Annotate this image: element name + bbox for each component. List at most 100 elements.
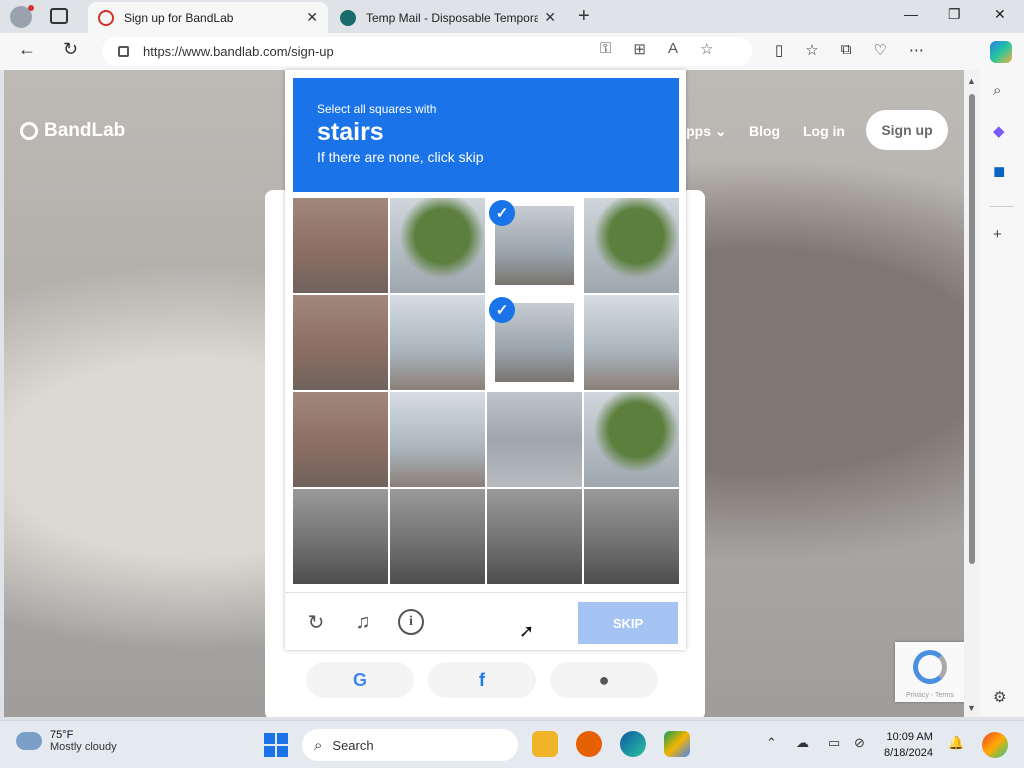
info-icon[interactable]: i [398, 609, 424, 635]
tab-bandlab[interactable]: Sign up for BandLab ✕ [88, 2, 328, 33]
apple-icon: ● [598, 669, 610, 690]
collections-icon[interactable]: ⧉ [841, 41, 852, 59]
apps-icon[interactable]: ⊞ [633, 40, 646, 58]
favorites-icon[interactable]: ☆ [805, 41, 818, 59]
brand-name: BandLab [44, 120, 126, 141]
split-screen-icon[interactable]: ▯ [775, 41, 783, 59]
reload-icon[interactable]: ↻ [303, 609, 329, 635]
scroll-thumb[interactable] [969, 94, 975, 564]
clock-time: 10:09 AM [886, 731, 933, 743]
captcha-instruction: Select all squares with [317, 102, 437, 116]
more-icon[interactable]: ⋯ [909, 41, 924, 59]
recaptcha-logo-icon [913, 650, 947, 684]
close-tab-icon[interactable]: ✕ [544, 9, 556, 26]
display-icon[interactable]: ▭ [828, 735, 840, 751]
captcha-tile[interactable] [487, 489, 582, 584]
checkmark-icon: ✓ [489, 297, 515, 323]
notification-bell-icon[interactable]: 🔔 [948, 735, 964, 751]
apple-signin-button[interactable]: ● [550, 662, 658, 698]
recaptcha-badge[interactable]: Privacy - Terms [895, 642, 965, 702]
cloud-icon [16, 732, 42, 750]
copilot-sidebar-icon[interactable]: ◆ [993, 122, 1005, 140]
onedrive-icon[interactable]: ☁ [796, 735, 809, 751]
show-hidden-icons-icon[interactable]: ⌃ [766, 735, 777, 751]
restore-icon[interactable]: ❐ [948, 6, 961, 23]
settings-gear-icon[interactable]: ⚙ [993, 688, 1006, 706]
minimize-icon[interactable]: — [904, 6, 918, 22]
copilot-taskbar-icon[interactable] [982, 732, 1008, 758]
captcha-tile[interactable] [293, 295, 388, 390]
browser-actions: ▯ ☆ ⧉ ♡ ⋯ [775, 41, 924, 59]
nav-blog[interactable]: Blog [749, 123, 780, 139]
taskbar-search[interactable]: ⌕ Search [302, 729, 518, 761]
lock-icon[interactable] [118, 46, 129, 57]
add-icon[interactable]: + [993, 226, 1002, 243]
clock-date: 8/18/2024 [884, 747, 933, 759]
captcha-tile[interactable] [293, 198, 388, 293]
key-icon[interactable]: ⚿ [600, 40, 611, 58]
sidebar-divider [990, 206, 1014, 207]
weather-desc: Mostly cloudy [50, 741, 117, 753]
url-text: https://www.bandlab.com/sign-up [143, 44, 334, 59]
close-window-icon[interactable]: ✕ [994, 6, 1006, 23]
captcha-tile[interactable]: ✓ [487, 198, 582, 293]
recaptcha-terms[interactable]: Privacy - Terms [895, 692, 965, 699]
copilot-icon[interactable] [990, 41, 1012, 63]
weather-temp: 75°F [50, 729, 74, 741]
bandlab-logo-icon [20, 122, 38, 140]
captcha-tile[interactable]: ✓ [487, 295, 582, 390]
search-icon[interactable]: ⌕ [993, 82, 1001, 99]
captcha-tile[interactable] [390, 392, 485, 487]
scroll-up-icon[interactable]: ▲ [967, 76, 976, 86]
captcha-tile[interactable] [293, 489, 388, 584]
close-tab-icon[interactable]: ✕ [306, 9, 318, 26]
captcha-tile[interactable] [293, 392, 388, 487]
bandlab-favicon-icon [98, 9, 114, 26]
nav-login[interactable]: Log in [803, 123, 845, 139]
browser-essentials-icon[interactable]: ♡ [873, 41, 886, 59]
address-bar-icons: ⚿ ⊞ A ☆ [600, 40, 713, 58]
tab-actions-icon[interactable] [50, 8, 68, 24]
search-label: Search [332, 737, 374, 753]
start-button[interactable] [264, 733, 288, 757]
captcha-tile[interactable] [584, 295, 679, 390]
captcha-challenge: Select all squares with stairs If there … [285, 70, 686, 650]
google-drive-icon[interactable] [664, 731, 690, 757]
network-icon[interactable]: ⊘ [854, 735, 865, 751]
tab-temp-mail[interactable]: Temp Mail - Disposable Tempora ✕ [330, 2, 566, 33]
search-icon: ⌕ [314, 736, 323, 754]
facebook-signin-button[interactable]: f [428, 662, 536, 698]
captcha-tile[interactable] [584, 198, 679, 293]
captcha-tile[interactable] [390, 198, 485, 293]
outlook-icon[interactable]: ◼ [993, 162, 1005, 180]
google-signin-button[interactable]: G [306, 662, 414, 698]
captcha-tile[interactable] [390, 295, 485, 390]
firefox-icon[interactable] [576, 731, 602, 757]
profile-icon[interactable] [10, 5, 34, 28]
captcha-image-grid: ✓ ✓ [293, 198, 679, 584]
refresh-icon[interactable]: ↻ [63, 39, 78, 60]
clock[interactable]: 10:09 AM 8/18/2024 [884, 729, 933, 761]
signup-nav-button[interactable]: Sign up [866, 110, 948, 150]
captcha-tile[interactable] [487, 392, 582, 487]
weather-widget[interactable]: 75°F Mostly cloudy [16, 729, 117, 753]
audio-challenge-icon[interactable]: ♫ [350, 609, 376, 635]
file-explorer-icon[interactable] [532, 731, 558, 757]
vertical-scrollbar[interactable]: ▲ ▼ [964, 70, 980, 717]
checkmark-icon: ✓ [489, 200, 515, 226]
title-bar: Sign up for BandLab ✕ Temp Mail - Dispos… [0, 0, 1024, 33]
scroll-down-icon[interactable]: ▼ [967, 703, 976, 713]
read-aloud-icon[interactable]: A [668, 40, 678, 58]
bandlab-logo[interactable]: BandLab [20, 120, 125, 142]
skip-button[interactable]: SKIP [578, 602, 678, 644]
captcha-header: Select all squares with stairs If there … [293, 78, 679, 192]
captcha-tile[interactable] [584, 489, 679, 584]
captcha-tile[interactable] [584, 392, 679, 487]
new-tab-icon[interactable]: + [578, 5, 590, 28]
favorite-star-icon[interactable]: ☆ [700, 40, 713, 58]
captcha-tile[interactable] [390, 489, 485, 584]
browser-toolbar: ← ↻ https://www.bandlab.com/sign-up ⚿ ⊞ … [0, 33, 1024, 70]
edge-icon[interactable] [620, 731, 646, 757]
back-icon[interactable]: ← [18, 39, 36, 60]
tab-title: Sign up for BandLab [124, 10, 234, 25]
